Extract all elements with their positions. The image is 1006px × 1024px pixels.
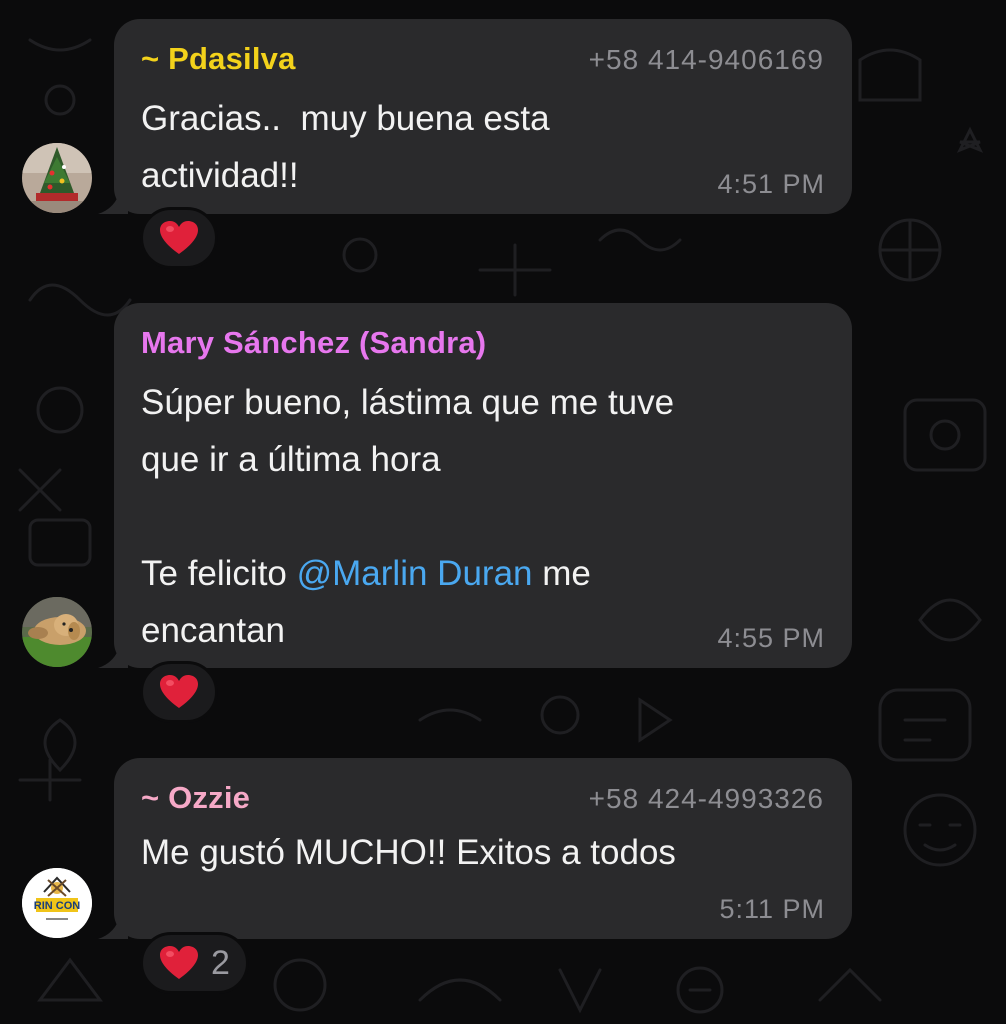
- sender-name[interactable]: ~ Pdasilva: [141, 41, 296, 77]
- christmas-tree-avatar[interactable]: [22, 143, 92, 213]
- reaction-count: 2: [211, 943, 230, 982]
- reaction-badge[interactable]: 2: [140, 932, 249, 994]
- heart-icon: [160, 946, 198, 979]
- sender-phone: +58 424-4993326: [588, 783, 824, 814]
- user-mention[interactable]: @Marlin Duran: [297, 554, 533, 593]
- message-time: 5:11 PM: [719, 894, 825, 924]
- reaction-badge[interactable]: [140, 207, 218, 269]
- message-time: 4:55 PM: [717, 623, 825, 653]
- message-bubble[interactable]: ~ Ozzie +58 424-4993326 Me gustó MUCHO!!…: [98, 758, 852, 939]
- message-bubble[interactable]: ~ Pdasilva +58 414-9406169 Gracias.. muy…: [98, 19, 852, 214]
- sender-phone: +58 414-9406169: [588, 44, 824, 75]
- heart-icon: [160, 221, 198, 254]
- rincon-logo-avatar[interactable]: RIN CON: [22, 868, 92, 938]
- dog-avatar[interactable]: [22, 597, 92, 667]
- message-text: Me gustó MUCHO!! Exitos a todos: [141, 833, 676, 872]
- message-text: Súper bueno, lástima que me tuve que ir …: [141, 374, 824, 659]
- heart-icon: [160, 675, 198, 708]
- sender-name[interactable]: Mary Sánchez (Sandra): [141, 325, 486, 361]
- message-time: 4:51 PM: [717, 169, 825, 199]
- message-bubble[interactable]: Mary Sánchez (Sandra) Súper bueno, lásti…: [98, 303, 852, 668]
- svg-text:RIN CON: RIN CON: [34, 900, 81, 912]
- sender-name[interactable]: ~ Ozzie: [141, 780, 250, 816]
- reaction-badge[interactable]: [140, 661, 218, 723]
